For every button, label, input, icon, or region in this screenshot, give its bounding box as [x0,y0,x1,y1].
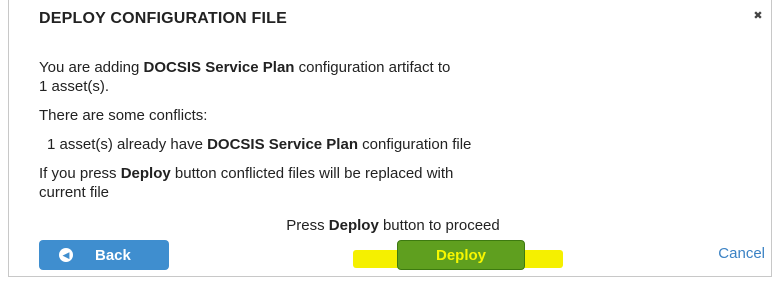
adding-artifact-message: You are adding DOCSIS Service Plan confi… [39,58,747,96]
arrow-left-circle-icon: ◀ [59,248,73,262]
back-button-label: Back [95,246,131,264]
deploy-config-dialog: ✖ DEPLOY CONFIGURATION FILE You are addi… [8,0,772,277]
warning-text: button conflicted files will be replaced… [170,165,454,182]
deploy-button-label: Deploy [435,246,486,264]
warning-text: If you press [39,165,121,182]
message-text: configuration artifact to [294,59,451,76]
conflict-text: 1 asset(s) already have [47,136,208,153]
conflict-item: 1 asset(s) already have DOCSIS Service P… [39,135,747,154]
deploy-word: Deploy [120,165,171,182]
conflicts-heading: There are some conflicts: [39,107,208,124]
conflict-text: configuration file [357,136,472,153]
artifact-name: DOCSIS Service Plan [143,59,295,76]
proceed-text: Press [286,217,329,234]
artifact-name: DOCSIS Service Plan [207,136,358,153]
deploy-button[interactable]: Deploy [397,240,525,270]
replace-warning: If you press Deploy button conflicted fi… [39,164,747,202]
dialog-body: You are adding DOCSIS Service Plan confi… [39,58,747,245]
asset-count: 1 asset(s). [39,78,110,95]
warning-text: current file [39,184,110,201]
proceed-text: button to proceed [378,217,500,234]
back-button[interactable]: ◀ Back [39,240,169,270]
proceed-instruction: Press Deploy button to proceed [39,216,747,235]
dialog-title: DEPLOY CONFIGURATION FILE [39,10,287,27]
message-text: You are adding [39,59,144,76]
cancel-link[interactable]: Cancel [718,245,765,262]
close-icon[interactable]: ✖ [751,8,765,22]
deploy-word: Deploy [328,217,379,234]
